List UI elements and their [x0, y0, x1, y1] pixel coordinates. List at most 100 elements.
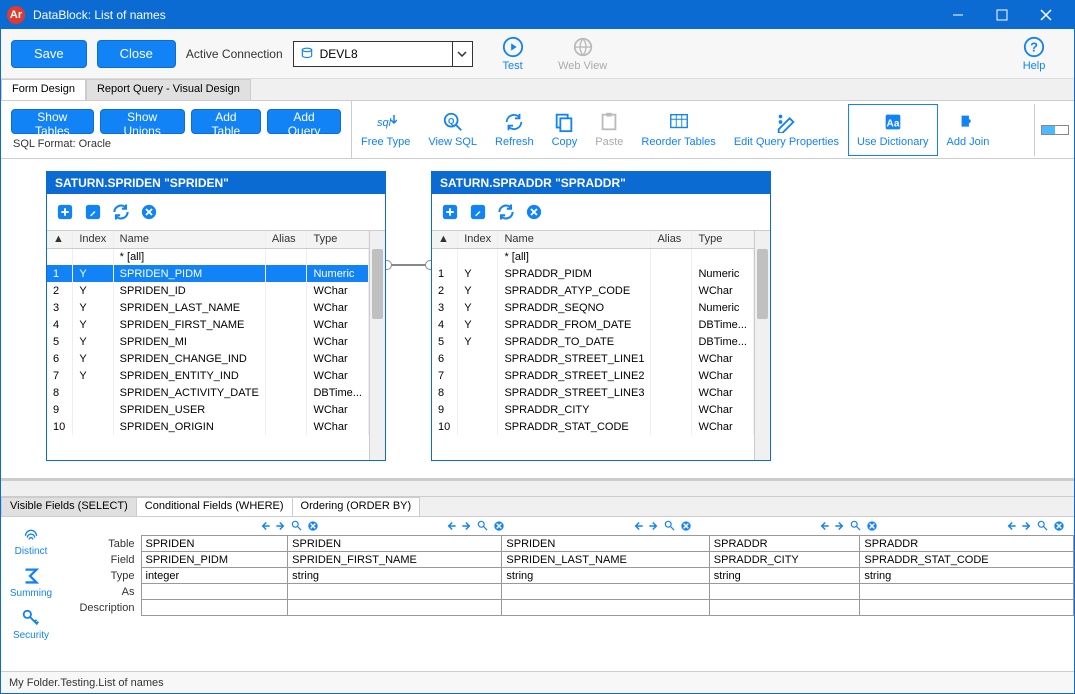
move-right-icon[interactable] — [460, 519, 474, 533]
col-name[interactable]: Name — [113, 231, 265, 248]
edit-query-props-button[interactable]: Edit Query Properties — [725, 104, 848, 156]
horizontal-scrollbar[interactable] — [1, 480, 1074, 496]
remove-field-icon[interactable] — [865, 519, 879, 533]
column-controls[interactable] — [141, 517, 328, 535]
field-cell[interactable] — [709, 584, 860, 600]
col-alias[interactable]: Alias — [265, 231, 307, 248]
use-dictionary-button[interactable]: AaUse Dictionary — [848, 104, 938, 156]
field-cell[interactable] — [502, 600, 709, 616]
field-cell[interactable]: string — [860, 568, 1074, 584]
connection-select[interactable]: DEVL8 — [293, 41, 473, 67]
config-icon[interactable] — [663, 519, 677, 533]
field-cell[interactable]: SPRIDEN — [502, 536, 709, 552]
join-line[interactable] — [386, 264, 431, 266]
tab-ordering[interactable]: Ordering (ORDER BY) — [292, 497, 421, 516]
table-row-all[interactable]: * [all] — [432, 248, 754, 265]
table-row[interactable]: 4YSPRIDEN_FIRST_NAMEWChar — [47, 316, 369, 333]
summing-button[interactable]: Summing — [10, 565, 52, 599]
remove-table-button[interactable] — [137, 200, 161, 224]
move-right-icon[interactable] — [647, 519, 661, 533]
edit-table-button[interactable] — [81, 200, 105, 224]
reorder-tables-button[interactable]: Reorder Tables — [632, 104, 724, 156]
field-cell[interactable]: SPRADDR_STAT_CODE — [860, 552, 1074, 568]
edit-table-button[interactable] — [466, 200, 490, 224]
query-canvas[interactable]: SATURN.SPRIDEN "SPRIDEN" ▲ Index Name Al… — [1, 159, 1074, 480]
table-row[interactable]: 1YSPRIDEN_PIDMNumeric — [47, 265, 369, 282]
maximize-button[interactable] — [980, 1, 1024, 29]
move-left-icon[interactable] — [631, 519, 645, 533]
table-row[interactable]: 5YSPRADDR_TO_DATEDBTime... — [432, 333, 754, 350]
add-field-button[interactable] — [53, 200, 77, 224]
view-toggle[interactable] — [1034, 104, 1074, 156]
table-row[interactable]: 7SPRADDR_STREET_LINE2WChar — [432, 367, 754, 384]
field-cell[interactable] — [860, 600, 1074, 616]
move-left-icon[interactable] — [258, 519, 272, 533]
field-cell[interactable] — [860, 584, 1074, 600]
move-right-icon[interactable] — [1020, 519, 1034, 533]
refresh-button[interactable]: Refresh — [486, 104, 543, 156]
remove-field-icon[interactable] — [306, 519, 320, 533]
table-row[interactable]: 9SPRADDR_CITYWChar — [432, 401, 754, 418]
config-icon[interactable] — [290, 519, 304, 533]
field-cell[interactable] — [709, 600, 860, 616]
remove-field-icon[interactable] — [1052, 519, 1066, 533]
move-right-icon[interactable] — [274, 519, 288, 533]
show-tables-button[interactable]: Show Tables — [11, 109, 94, 134]
tab-form-design[interactable]: Form Design — [1, 79, 86, 100]
tab-visible-fields[interactable]: Visible Fields (SELECT) — [1, 497, 137, 516]
refresh-table-button[interactable] — [109, 200, 133, 224]
copy-button[interactable]: Copy — [543, 104, 587, 156]
tab-report-query[interactable]: Report Query - Visual Design — [86, 79, 251, 100]
table-row[interactable]: 6YSPRIDEN_CHANGE_INDWChar — [47, 350, 369, 367]
add-table-button[interactable]: Add Table — [191, 109, 261, 134]
close-main-button[interactable]: Close — [97, 40, 176, 68]
security-button[interactable]: Security — [13, 607, 49, 641]
table-row[interactable]: 3YSPRADDR_SEQNONumeric — [432, 299, 754, 316]
field-cell[interactable]: integer — [141, 568, 288, 584]
col-sort[interactable]: ▲ — [47, 231, 73, 248]
move-right-icon[interactable] — [833, 519, 847, 533]
table-row[interactable]: 8SPRIDEN_ACTIVITY_DATEDBTime... — [47, 384, 369, 401]
config-icon[interactable] — [476, 519, 490, 533]
table-row[interactable]: 10SPRIDEN_ORIGINWChar — [47, 418, 369, 435]
close-button[interactable] — [1024, 1, 1068, 29]
distinct-button[interactable]: Distinct — [15, 523, 48, 557]
table-row[interactable]: 7YSPRIDEN_ENTITY_INDWChar — [47, 367, 369, 384]
move-left-icon[interactable] — [1004, 519, 1018, 533]
table-row[interactable]: 5YSPRIDEN_MIWChar — [47, 333, 369, 350]
column-controls[interactable] — [887, 517, 1074, 535]
field-cell[interactable]: SPRIDEN_PIDM — [141, 552, 288, 568]
table-grid[interactable]: ▲ Index Name Alias Type * [all] 1YSPRIDE… — [47, 230, 385, 460]
col-name[interactable]: Name — [498, 231, 651, 248]
table-grid[interactable]: ▲ Index Name Alias Type * [all] 1YSPRADD… — [432, 230, 770, 460]
table-row[interactable]: 6SPRADDR_STREET_LINE1WChar — [432, 350, 754, 367]
field-cell[interactable]: SPRIDEN — [288, 536, 502, 552]
table-row[interactable]: 1YSPRADDR_PIDMNumeric — [432, 265, 754, 282]
view-sql-button[interactable]: QView SQL — [419, 104, 486, 156]
table-row-all[interactable]: * [all] — [47, 248, 369, 265]
move-left-icon[interactable] — [444, 519, 458, 533]
column-controls[interactable] — [328, 517, 515, 535]
table-row[interactable]: 2YSPRADDR_ATYP_CODEWChar — [432, 282, 754, 299]
save-button[interactable]: Save — [11, 40, 87, 68]
minimize-button[interactable] — [936, 1, 980, 29]
field-cell[interactable]: SPRADDR_CITY — [709, 552, 860, 568]
field-cell[interactable] — [288, 584, 502, 600]
field-cell[interactable] — [502, 584, 709, 600]
field-cell[interactable] — [141, 600, 288, 616]
col-type[interactable]: Type — [692, 231, 754, 248]
table-row[interactable]: 8SPRADDR_STREET_LINE3WChar — [432, 384, 754, 401]
field-cell[interactable]: string — [288, 568, 502, 584]
field-cell[interactable]: SPRIDEN_LAST_NAME — [502, 552, 709, 568]
field-cell[interactable]: SPRIDEN_FIRST_NAME — [288, 552, 502, 568]
col-sort[interactable]: ▲ — [432, 231, 458, 248]
column-controls[interactable] — [701, 517, 888, 535]
tab-conditional-fields[interactable]: Conditional Fields (WHERE) — [136, 497, 293, 516]
col-index[interactable]: Index — [73, 231, 113, 248]
vertical-scrollbar[interactable] — [754, 231, 770, 460]
config-icon[interactable] — [1036, 519, 1050, 533]
test-button[interactable]: Test — [483, 36, 543, 72]
col-index[interactable]: Index — [458, 231, 498, 248]
field-cell[interactable] — [141, 584, 288, 600]
add-join-button[interactable]: Add Join — [938, 104, 999, 156]
